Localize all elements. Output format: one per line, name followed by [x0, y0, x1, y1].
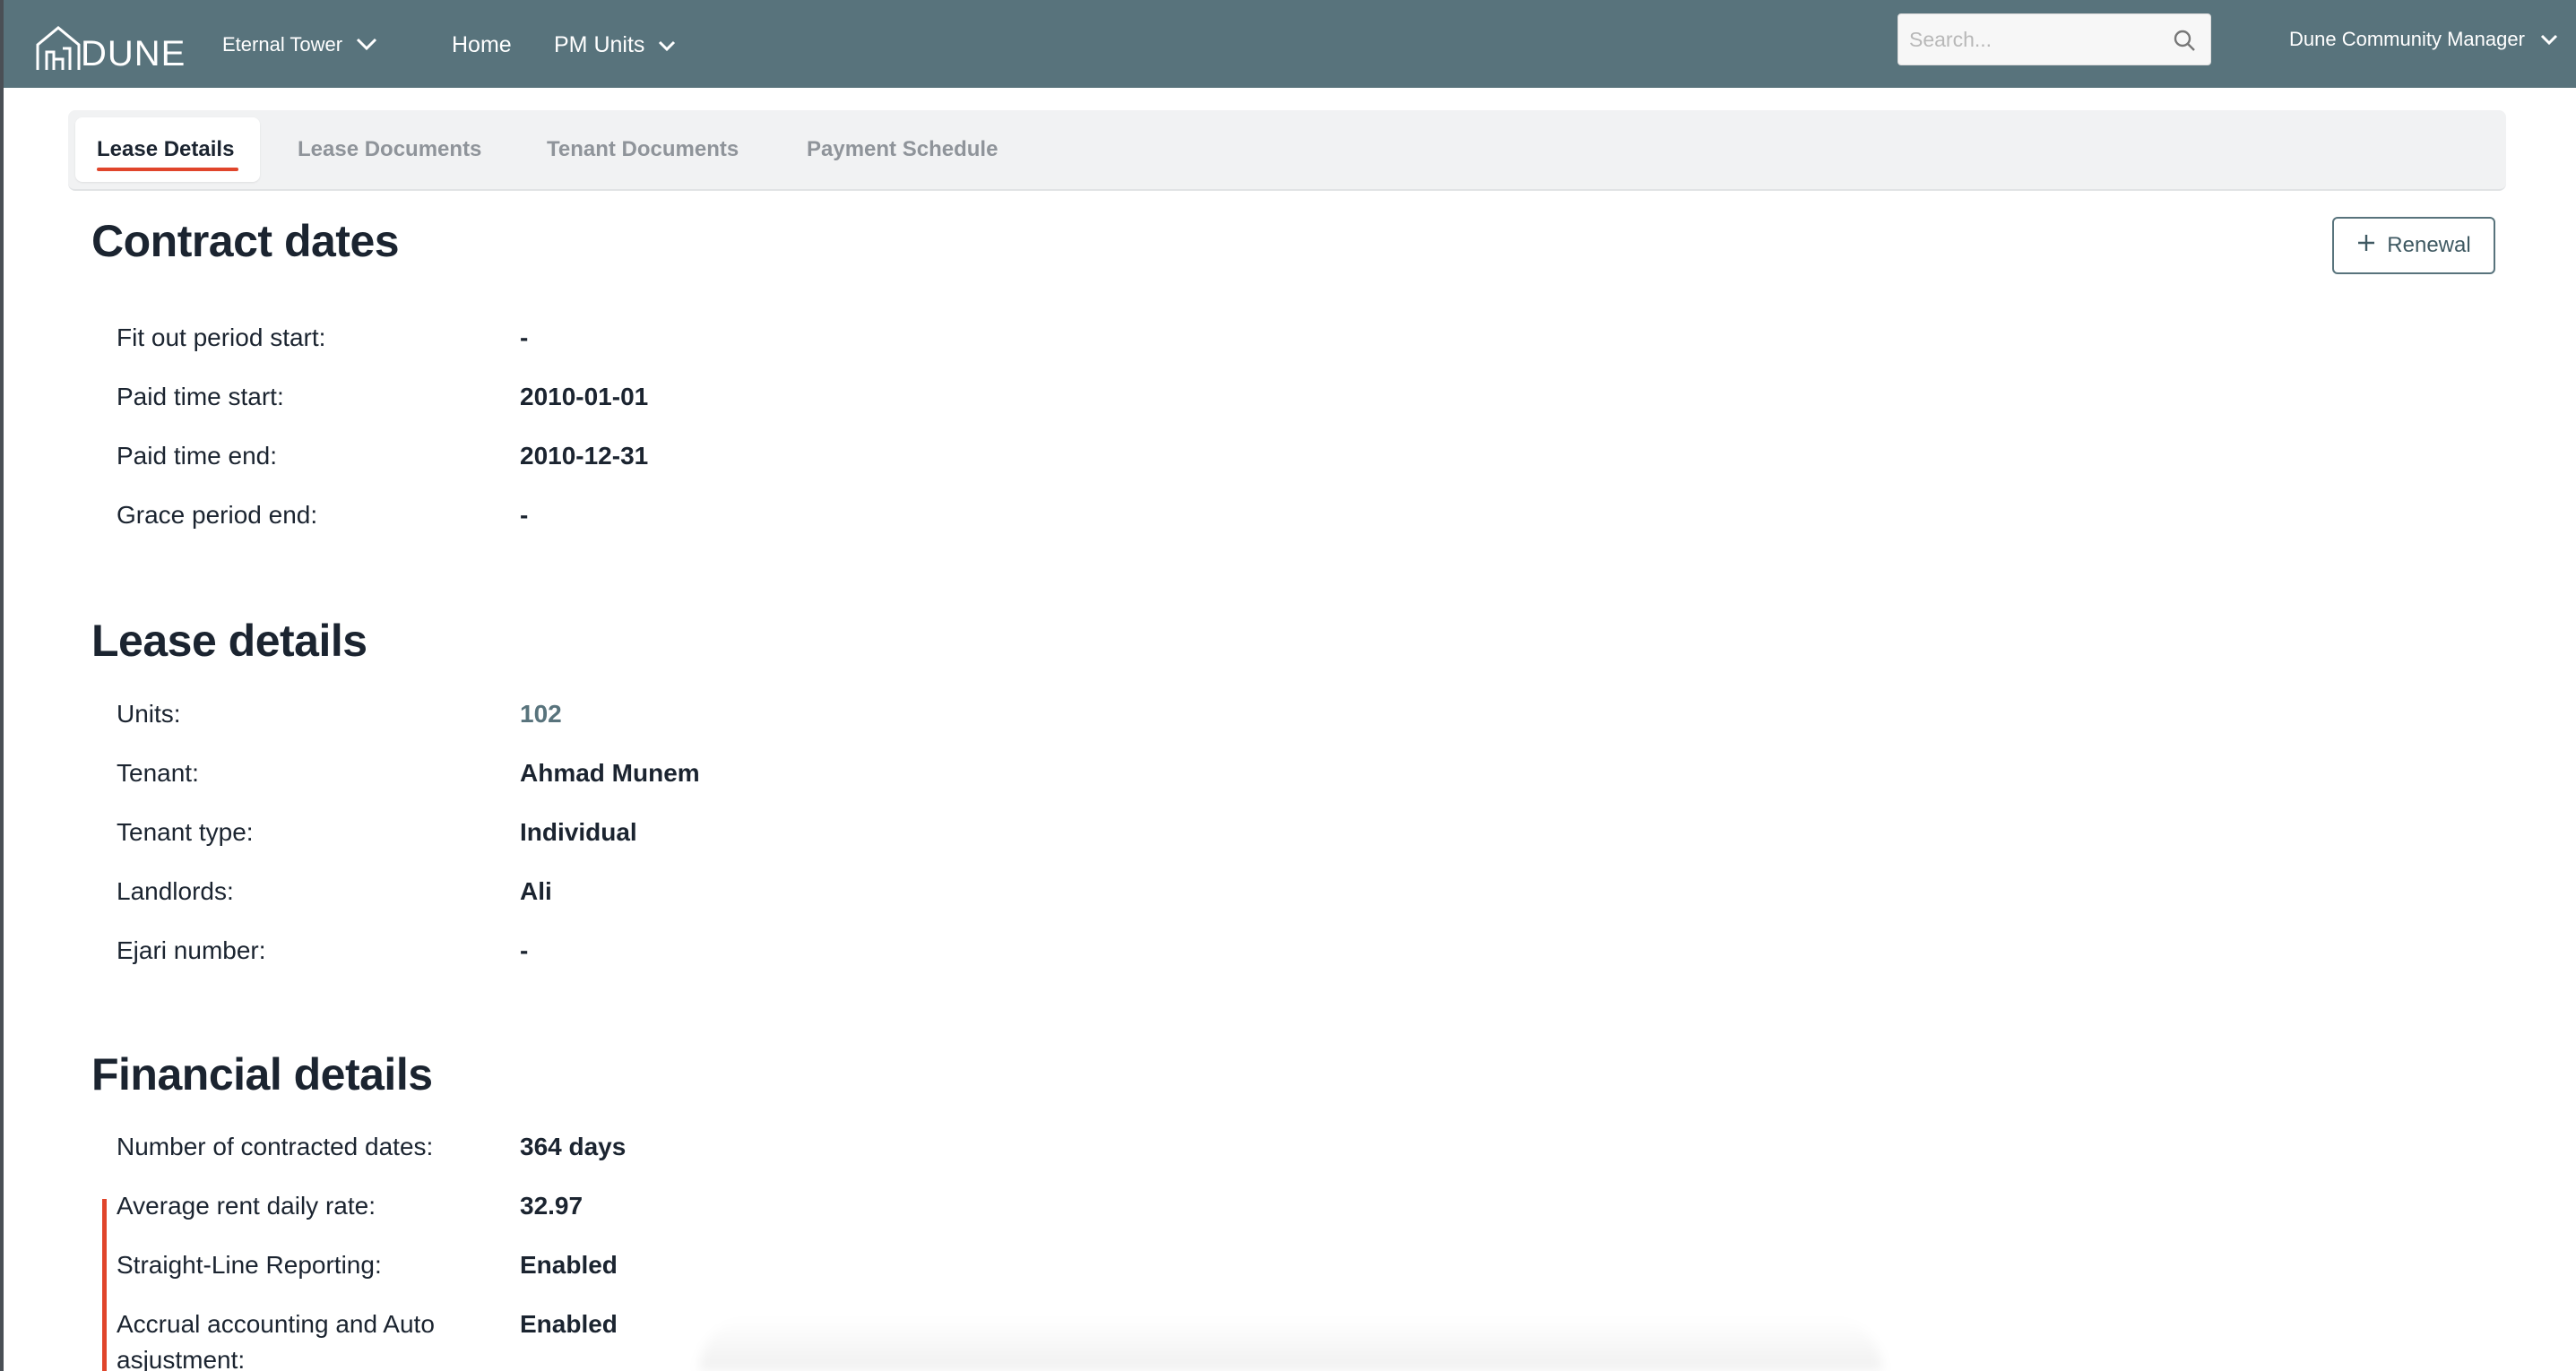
highlight-bar	[102, 1199, 107, 1371]
active-tab-indicator	[97, 168, 238, 171]
contracted-dates-value: 364 days	[520, 1133, 627, 1160]
building-logo-icon	[36, 26, 81, 70]
fit-out-start-label: Fit out period start:	[117, 323, 326, 351]
tenant-value: Ahmad Munem	[520, 759, 700, 787]
tab-lease-details[interactable]: Lease Details	[75, 117, 260, 182]
top-navigation-bar: DUNE Eternal Tower Home PM Units Dune Co…	[0, 0, 2576, 88]
tab-label: Tenant Documents	[547, 137, 739, 161]
fit-out-start-value: -	[520, 323, 529, 351]
lease-tabs: Lease Details Lease Documents Tenant Doc…	[68, 110, 2506, 191]
unit-link[interactable]: 102	[520, 700, 562, 729]
tab-label: Payment Schedule	[807, 137, 998, 161]
average-rent-daily-rate-value: 32.97	[520, 1192, 583, 1220]
window-edge	[0, 0, 4, 1371]
plus-icon	[2356, 233, 2376, 259]
tab-lease-documents[interactable]: Lease Documents	[276, 117, 503, 182]
nav-pm-units-menu[interactable]: PM Units	[554, 29, 677, 61]
accrual-accounting-value: Enabled	[520, 1310, 618, 1338]
lease-details-heading: Lease details	[91, 616, 367, 666]
bottom-overlay-shadow	[699, 1317, 1882, 1371]
paid-time-start-value: 2010-01-01	[520, 383, 649, 410]
dune-logo[interactable]: DUNE	[34, 20, 186, 72]
grace-period-end-label: Grace period end:	[117, 501, 318, 529]
ejari-number-value: -	[520, 936, 529, 964]
renewal-button[interactable]: Renewal	[2332, 217, 2495, 274]
paid-time-start-label: Paid time start:	[117, 383, 284, 410]
straight-line-reporting-label: Straight-Line Reporting:	[117, 1251, 382, 1279]
tab-payment-schedule[interactable]: Payment Schedule	[785, 117, 1019, 182]
financial-details-heading: Financial details	[91, 1049, 433, 1099]
paid-time-end-value: 2010-12-31	[520, 442, 649, 470]
renewal-button-label: Renewal	[2387, 233, 2471, 257]
tenant-label: Tenant:	[117, 759, 199, 787]
grace-period-end-value: -	[520, 501, 529, 529]
tab-label: Lease Details	[97, 137, 235, 161]
search-box	[1897, 13, 2211, 65]
average-rent-daily-rate-label: Average rent daily rate:	[117, 1192, 376, 1220]
paid-time-end-label: Paid time end:	[117, 442, 277, 470]
accrual-accounting-label-cont: asjustment:	[117, 1346, 246, 1371]
straight-line-reporting-value: Enabled	[520, 1251, 618, 1279]
building-selector[interactable]: Eternal Tower	[222, 29, 378, 61]
ejari-number-label: Ejari number:	[117, 936, 266, 964]
user-name: Dune Community Manager	[2289, 28, 2525, 50]
chevron-down-icon	[2539, 28, 2559, 51]
nav-home-link[interactable]: Home	[452, 29, 512, 61]
search-icon[interactable]	[2173, 29, 2196, 56]
chevron-down-icon	[355, 33, 378, 56]
tenant-type-value: Individual	[520, 818, 637, 846]
nav-home-label: Home	[452, 31, 512, 57]
chevron-down-icon	[657, 32, 677, 58]
tab-tenant-documents[interactable]: Tenant Documents	[525, 117, 760, 182]
landlords-value: Ali	[520, 877, 552, 905]
nav-pm-units-label: PM Units	[554, 31, 645, 57]
building-selector-label: Eternal Tower	[222, 33, 343, 56]
user-menu[interactable]: Dune Community Manager	[2289, 23, 2559, 56]
units-label: Units:	[117, 700, 181, 728]
accrual-accounting-label: Accrual accounting and Auto	[117, 1310, 435, 1338]
tenant-type-label: Tenant type:	[117, 818, 254, 846]
landlords-label: Landlords:	[117, 877, 234, 905]
search-input[interactable]	[1909, 14, 2169, 65]
contract-dates-heading: Contract dates	[91, 216, 400, 266]
contracted-dates-label: Number of contracted dates:	[117, 1133, 434, 1160]
logo-text: DUNE	[81, 34, 186, 73]
tab-label: Lease Documents	[298, 137, 482, 161]
